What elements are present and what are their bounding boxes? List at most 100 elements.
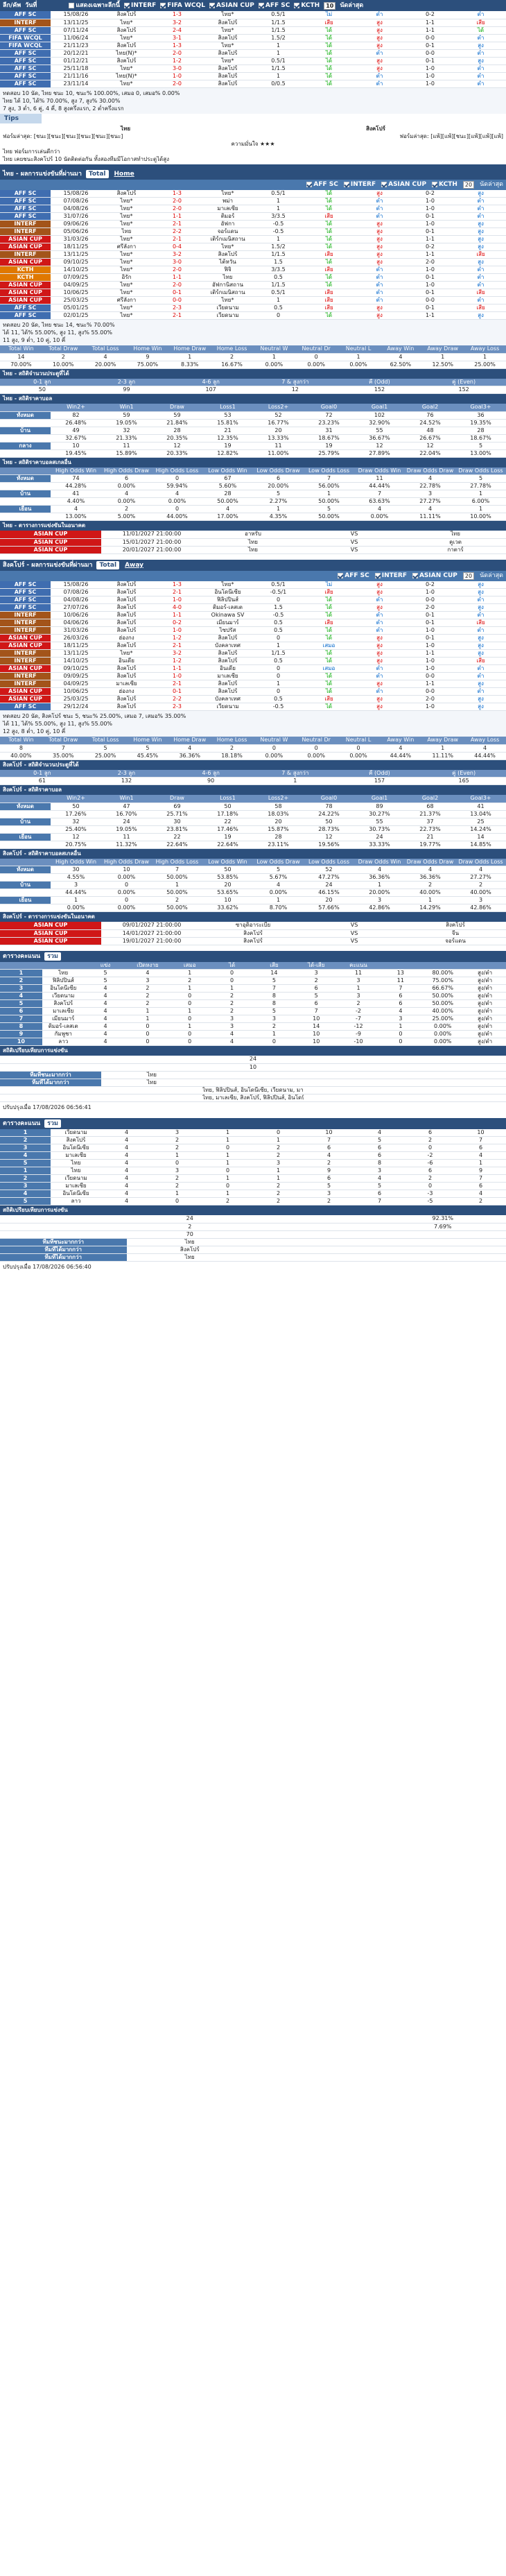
tab-all[interactable]: รวม [44,1119,61,1128]
table-cell: -3 [405,1190,455,1198]
table-row[interactable]: INTERF 10/06/26 สิงคโปร์ 1-1 Okinawa SV -0.5 ไ… [0,611,506,619]
table-row[interactable]: AFF SC 25/11/18 ไทย* 3-0 สิงคโปร์ 1/1.5 ได้ สูง… [0,65,506,73]
table-row[interactable]: ASIAN CUP 18/11/25 ศรีลังกา 0-4 ไทย* 1.5/2 ได้… [0,243,506,251]
table-row[interactable]: INTERF 09/06/26 ไทย* 2-1 อัฟกา -0.5 ได้ สูง 1-0 ส… [0,220,506,228]
fixture-row[interactable]: ASIAN CUP 19/01/2027 21:00:00 สิงคโปร์ VS จอ… [0,937,506,945]
table-row[interactable]: INTERF 13/11/25 ไทย* 3-2 สิงคโปร์ 1/1.5 เสีย สู… [0,19,506,27]
table-cell: 36 [455,411,506,420]
filter-asian[interactable]: ASIAN CUP [412,571,457,581]
table-row[interactable]: ASIAN CUP 10/06/25 ฮ่องกง 0-1 สิงคโปร์ 0 ได้ ต่… [0,687,506,696]
table-row[interactable]: ASIAN CUP 09/10/25 ไทย* 3-0 ไต้หวัน 1.5 ได้ สูง… [0,258,506,266]
table-row[interactable]: KCTH 14/10/25 ไทย* 2-0 ฟิจิ 3/3.5 เสีย ต่ำ 1-0 ต่… [0,266,506,274]
column-header: Total Loss [84,345,127,354]
table-row[interactable]: AFF SC 07/08/26 สิงคโปร์ 2-1 อินโดนีเซีย -0.5… [0,588,506,596]
table-cell [304,1063,405,1072]
table-row[interactable]: AFF SC 23/11/14 ไทย* 2-0 สิงคโปร์ 0/0.5 ได้ ต่ำ… [0,80,506,88]
table-row[interactable]: AFF SC 15/08/26 สิงคโปร์ 1-3 ไทย* 0.5/1 ได้ สูง… [0,189,506,198]
fixture-row[interactable]: ASIAN CUP 14/01/2027 21:00:00 สิงคโปร์ VS จี… [0,929,506,938]
table-row[interactable]: INTERF 13/11/25 ไทย* 3-2 สิงคโปร์ 1/1.5 ได้ สูง… [0,649,506,658]
filter-interf[interactable]: INTERF [343,180,376,190]
table-row[interactable]: INTERF 04/09/25 มาเลเซีย 2-1 สิงคโปร์ 1 ได้ สูง… [0,680,506,688]
column-header: เปิดหงาย [126,961,169,970]
table-row[interactable]: INTERF 14/10/25 อินเดีย 1-2 สิงคโปร์ 0.5 ได้ สู… [0,657,506,665]
table-row[interactable]: ASIAN CUP 09/10/25 สิงคโปร์ 1-1 อินเดีย 0 เสมอ… [0,664,506,673]
table-cell: 53.65% [202,888,253,897]
column-header: เสมอ [168,961,211,970]
table-cell: 1-0 [405,197,455,205]
table-row[interactable]: ASIAN CUP 31/03/26 ไทย* 2-1 เติร์กเมนิสถาน 1 ไ… [0,235,506,243]
table-cell: 25.00% [421,1015,464,1023]
table-row[interactable]: INTERF 09/09/25 สิงคโปร์ 1-0 มาเลเซีย 0 ได้ ต่ำ… [0,672,506,680]
table-cell: 14/10/25 [51,266,101,274]
table-row[interactable]: INTERF 13/11/25 ไทย* 3-2 สิงคโปร์ 1/1.5 เสีย สู… [0,250,506,259]
filter-kcth[interactable]: KCTH [432,180,457,190]
table-cell: ไทย* [101,258,152,266]
table-row[interactable]: KCTH 07/09/25 อิรัก 1-1 ไทย 0.5 ได้ ต่ำ 0-1 ต่ำ [0,273,506,282]
table-row[interactable]: ASIAN CUP 10/06/25 ไทย* 0-1 เติร์กเมนิสถาน 0.… [0,289,506,297]
table-row[interactable]: AFF SC 31/07/26 ไทย* 1-1 ติมอร์ 3/3.5 เสีย ต่ำ 0… [0,212,506,221]
tab-home[interactable]: Home [113,169,136,180]
table-cell: ต่ำ [354,205,405,213]
table-cell: 4 [455,1151,506,1160]
table-row[interactable]: ASIAN CUP 25/03/25 ศรีลังกา 0-0 ไทย* 1 เสีย ต่ำ… [0,296,506,304]
table-cell: 75.00% [421,977,464,985]
table-cell [0,810,51,818]
filter-fifa[interactable]: FIFA WCQL [160,0,205,11]
filter-kcth[interactable]: KCTH [294,0,320,11]
table-row[interactable]: INTERF 05/06/26 ไทย 2-2 จอร์แดน -0.5 ได้ สูง 0-1… [0,227,506,236]
table-row[interactable]: ASIAN CUP 25/03/25 สิงคโปร์ 2-2 บังคลาเทศ 0.5… [0,695,506,703]
table-cell: ASIAN CUP [0,243,51,251]
table-row[interactable]: AFF SC 29/12/24 สิงคโปร์ 2-3 เวียดนาม -0.5 ได้… [0,703,506,711]
filter-asian[interactable]: ASIAN CUP [209,0,254,11]
filter-aff[interactable]: AFF SC [306,180,338,190]
table-row[interactable]: AFF SC 20/12/21 ไทย(N)* 2-0 สิงคโปร์ 1 ได้ ต่ำ 0… [0,49,506,58]
table-cell: ASIAN CUP [0,634,51,642]
filter-aff[interactable]: AFF SC [258,0,290,11]
tab-total[interactable]: Total [85,169,109,178]
table-row[interactable]: AFF SC 07/11/24 สิงคโปร์ 2-4 ไทย* 1/1.5 ได้ สูง… [0,26,506,35]
table-cell: เยือน [0,505,51,513]
table-row[interactable]: ASIAN CUP 04/09/25 ไทย* 2-0 อัฟกานิสถาน 1/1.5… [0,281,506,289]
table-cell: 19.56% [304,841,354,849]
count-select[interactable]: 20 [462,572,475,580]
count-select[interactable]: 20 [462,180,475,189]
table-row[interactable]: AFF SC 02/01/25 ไทย* 2-1 เวียดนาม 0 ได้ สูง 1-1 ส… [0,311,506,320]
table-row[interactable]: ASIAN CUP 26/03/26 ฮ่องกง 1-2 สิงคโปร์ 0 ได้ สู… [0,634,506,642]
tab-total[interactable]: Total [96,560,120,569]
table-row[interactable]: AFF SC 27/07/26 สิงคโปร์ 4-0 ติมอร์-เลสเต 1.5… [0,603,506,612]
table-cell: 0.00% [253,888,304,897]
filter-interf[interactable]: INTERF [124,0,156,11]
table-row[interactable]: AFF SC 15/08/26 สิงคโปร์ 1-3 ไทย* 0.5/1 ไม่ สูง… [0,581,506,589]
table-row[interactable]: AFF SC 04/08/26 ไทย* 2-0 มาเลเซีย 1 ได้ ต่ำ 1-0 ต… [0,205,506,213]
table-cell: 4.55% [51,873,101,882]
table-row[interactable]: AFF SC 07/08/26 ไทย* 2-0 พม่า 1 ได้ ต่ำ 1-0 ต่ำ [0,197,506,205]
fixture-row[interactable]: ASIAN CUP 15/01/2027 21:00:00 ไทย VS คูเวต [0,538,506,547]
filter-aff[interactable]: AFF SC [338,571,369,581]
table-row[interactable]: AFF SC 05/01/25 ไทย* 2-3 เวียดนาม 0.5 เสีย สูง 0… [0,304,506,312]
fixture-row[interactable]: ASIAN CUP 20/01/2027 21:00:00 ไทย VS กาตาร์ [0,546,506,554]
table-cell: ไทย* [202,243,253,251]
table-cell: ศรีลังกา [101,296,152,304]
table-row[interactable]: AFF SC 15/08/26 สิงคโปร์ 1-3 ไทย* 0.5/1 ไม่ ต่ำ… [0,11,506,19]
table-row[interactable]: FIFA WCQL 11/06/24 ไทย* 3-1 สิงคโปร์ 1.5/2 ได้… [0,34,506,42]
table-row[interactable]: INTERF 04/06/26 สิงคโปร์ 0-2 เมียนมาร์ 0.5 เสี… [0,619,506,627]
tab-away[interactable]: Away [123,560,145,571]
filter-interf[interactable]: INTERF [374,571,407,581]
filter-asian[interactable]: ASIAN CUP [381,180,426,190]
table-cell: 7 [304,1136,354,1144]
table-row[interactable]: AFF SC 21/11/16 ไทย(N)* 1-0 สิงคโปร์ 1 ได้ ต่ำ 1… [0,72,506,80]
table-row[interactable]: AFF SC 01/12/21 สิงคโปร์ 1-2 ไทย* 0.5/1 ได้ สูง… [0,57,506,65]
tips-label[interactable]: Tips [0,113,42,123]
table-row[interactable]: FIFA WCQL 21/11/23 สิงคโปร์ 1-3 ไทย* 1 ได้ สูง 0… [0,42,506,50]
table-cell: 2 [253,1144,304,1152]
count-select[interactable]: 10 [324,1,336,10]
tab-all[interactable]: รวม [44,952,61,961]
table-row[interactable]: INTERF 31/03/26 สิงคโปร์ 1-0 ไซปรัส 0.5 ได้ ต่ำ… [0,626,506,635]
table-row[interactable]: ASIAN CUP 18/11/25 สิงคโปร์ 2-1 บังคลาเทศ 1 เส… [0,642,506,650]
fixture-row[interactable]: ASIAN CUP 11/01/2027 21:00:00 อาหรับ VS ไทย [0,531,506,539]
table-cell: 7 [455,1136,506,1144]
table-row[interactable]: AFF SC 04/08/26 สิงคโปร์ 1-0 ฟิลิปปินส์ 0 ได้ต… [0,596,506,604]
table-cell: ไทย [101,1071,202,1079]
fixture-row[interactable]: ASIAN CUP 09/01/2027 21:00:00 ซาอุดิอาระเบ… [0,922,506,930]
filter-same-league[interactable]: แสดงเฉพาะลีกนี้ [69,0,120,11]
